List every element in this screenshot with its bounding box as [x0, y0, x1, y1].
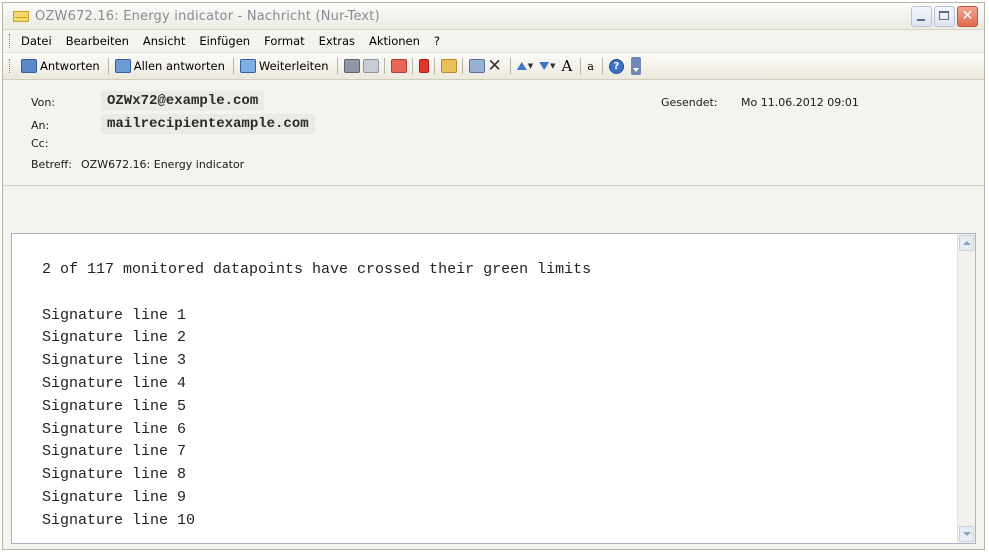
toolbar-separator — [232, 58, 234, 74]
to-field[interactable]: mailrecipientexample.com — [101, 114, 315, 134]
from-label: Von: — [31, 96, 56, 109]
previous-item-icon[interactable] — [516, 62, 527, 70]
copy-icon[interactable] — [362, 59, 379, 73]
scroll-up-button[interactable] — [959, 235, 974, 251]
sent-label: Gesendet: — [661, 96, 718, 109]
toolbar-separator — [433, 58, 435, 74]
forward-icon — [239, 59, 256, 73]
delete-icon[interactable]: ✕ — [488, 56, 502, 76]
body-line: Signature line 1 — [42, 306, 187, 324]
follow-up-flag-icon[interactable] — [418, 59, 429, 73]
to-label: An: — [31, 119, 50, 132]
body-line: Signature line 9 — [42, 488, 187, 506]
body-line: Signature line 10 — [42, 511, 196, 529]
menu-format[interactable]: Format — [264, 34, 305, 48]
reply-icon — [21, 59, 37, 73]
toolbar-separator — [336, 58, 338, 74]
toolbar-separator — [383, 58, 385, 74]
menu-grip-handle[interactable] — [9, 34, 13, 48]
body-line: Signature line 5 — [42, 397, 187, 415]
toolbar-separator — [601, 58, 603, 74]
move-to-folder-icon[interactable] — [468, 59, 485, 73]
from-field[interactable]: OZWx72@example.com — [101, 91, 265, 111]
title-bar[interactable]: OZW672.16: Energy indicator - Nachricht … — [3, 3, 984, 30]
body-line: Signature line 7 — [42, 443, 187, 461]
message-header: Von: OZWx72@example.com An: mailrecipien… — [3, 80, 984, 186]
forward-button[interactable]: Weiterleiten — [239, 59, 329, 73]
close-icon: ✕ — [961, 7, 974, 24]
maximize-button[interactable] — [934, 5, 955, 27]
window-title: OZW672.16: Energy indicator - Nachricht … — [35, 8, 380, 24]
toolbar-separator — [461, 58, 463, 74]
message-text[interactable]: 2 of 117 monitored datapoints have cross… — [42, 259, 591, 533]
chevron-down-icon[interactable]: ▼ — [550, 62, 555, 70]
folder-icon[interactable] — [440, 59, 457, 73]
sent-value: Mo 11.06.2012 09:01 — [741, 96, 859, 109]
window-controls: ✕ — [911, 5, 978, 27]
font-glyph: A — [561, 57, 573, 75]
vertical-scrollbar[interactable] — [957, 234, 975, 543]
subject-label: Betreff: — [31, 158, 72, 171]
font-size-icon[interactable]: A — [562, 57, 573, 75]
reply-button[interactable]: Antworten — [21, 59, 100, 73]
reply-label: Antworten — [40, 59, 100, 73]
body-line: Signature line 2 — [42, 329, 187, 347]
scroll-down-button[interactable] — [959, 526, 974, 542]
forward-label: Weiterleiten — [258, 59, 329, 73]
subject-value: OZW672.16: Energy indicator — [81, 158, 245, 171]
menu-datei[interactable]: Datei — [21, 34, 52, 48]
cc-label: Cc: — [31, 137, 49, 150]
minimize-button[interactable] — [911, 5, 932, 27]
menu-help[interactable]: ? — [434, 34, 440, 48]
body-line: Signature line 3 — [42, 352, 187, 370]
menu-bearbeiten[interactable]: Bearbeiten — [66, 34, 129, 48]
toolbar-separator — [509, 58, 511, 74]
menu-extras[interactable]: Extras — [319, 34, 355, 48]
maximize-icon — [939, 10, 949, 20]
menu-einfuegen[interactable]: Einfügen — [199, 34, 250, 48]
spell-glyph: a — [587, 59, 594, 73]
print-icon[interactable] — [343, 59, 360, 73]
body-line: Signature line 8 — [42, 466, 187, 484]
reply-all-label: Allen antworten — [133, 59, 225, 73]
chevron-down-icon[interactable]: ▼ — [528, 62, 533, 70]
close-button[interactable]: ✕ — [957, 5, 978, 27]
menu-aktionen[interactable]: Aktionen — [369, 34, 420, 48]
body-line: 2 of 117 monitored datapoints have cross… — [42, 261, 592, 278]
toolbar-grip-handle[interactable] — [9, 59, 13, 73]
reply-all-icon — [114, 59, 131, 73]
toolbar-separator — [580, 58, 582, 74]
toolbar-options-button[interactable] — [630, 57, 641, 75]
message-body[interactable]: 2 of 117 monitored datapoints have cross… — [11, 233, 976, 544]
envelope-icon — [13, 10, 29, 22]
reply-all-button[interactable]: Allen antworten — [114, 59, 225, 73]
menu-ansicht[interactable]: Ansicht — [143, 34, 185, 48]
body-line: Signature line 4 — [42, 374, 187, 392]
toolbar-separator — [411, 58, 413, 74]
message-window: OZW672.16: Energy indicator - Nachricht … — [2, 2, 985, 550]
menu-bar: Datei Bearbeiten Ansicht Einfügen Format… — [3, 30, 984, 53]
spelling-icon[interactable]: a — [587, 60, 594, 73]
standard-toolbar: Antworten Allen antworten Weiterleiten ✕… — [3, 53, 984, 80]
minimize-icon — [917, 18, 925, 21]
toolbar-separator — [107, 58, 109, 74]
body-line: ​ — [42, 282, 591, 305]
mark-mail-icon[interactable] — [390, 59, 407, 73]
next-item-icon[interactable] — [539, 62, 550, 70]
body-line: Signature line 6 — [42, 420, 187, 438]
help-icon[interactable]: ? — [608, 58, 624, 74]
